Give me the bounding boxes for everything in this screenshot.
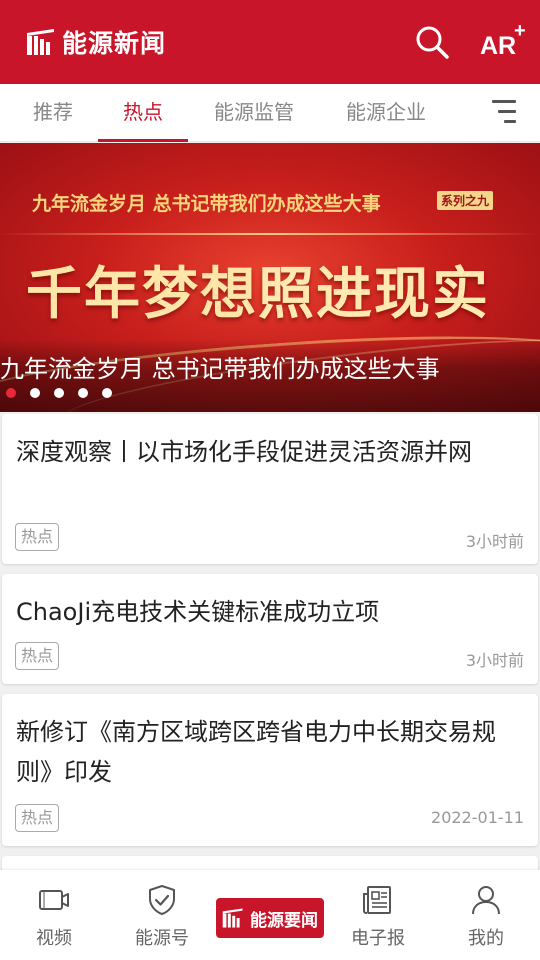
carousel-dot[interactable]	[6, 388, 16, 398]
banner-divider	[0, 233, 540, 235]
nav-e-paper-label: 电子报	[351, 928, 405, 949]
news-tag: 热点	[15, 804, 60, 832]
banner-caption: 九年流金岁月 总书记带我们办成这些大事	[0, 355, 440, 383]
bottom-nav: 视频 能源号 能源要闻 电子报 我的	[0, 870, 540, 960]
news-title: 深度观察丨以市场化手段促进灵活资源并网	[16, 438, 472, 466]
carousel-dot[interactable]	[78, 388, 88, 398]
carousel-dots	[6, 388, 126, 398]
category-tabs: 推荐 热点 能源监管 能源企业	[0, 84, 540, 142]
ar-plus-icon: +	[514, 20, 526, 42]
banner-headline: 千年梦想照进现实	[26, 249, 490, 330]
newspaper-icon	[363, 886, 391, 914]
tab-energy-enterprise[interactable]: 能源企业	[332, 84, 440, 142]
featured-banner[interactable]: 九年流金岁月 总书记带我们办成这些大事 系列之九 千年梦想照进现实 九年流金岁月…	[0, 143, 540, 412]
news-time: 3小时前	[465, 532, 524, 551]
nav-mine-label: 我的	[468, 928, 504, 949]
ar-label: AR	[480, 32, 517, 60]
news-card[interactable]: 深度观察丨以市场化手段促进灵活资源并网 热点 3小时前	[2, 414, 538, 564]
top-header: 能源新闻 AR +	[0, 0, 540, 84]
search-icon[interactable]	[414, 24, 450, 60]
menu-icon[interactable]	[490, 98, 518, 126]
logo-mark-icon	[222, 908, 243, 928]
tab-hot[interactable]: 热点	[98, 84, 188, 142]
nav-energy-news-button[interactable]: 能源要闻	[216, 898, 324, 938]
nav-video[interactable]: 视频	[0, 870, 108, 960]
news-card[interactable]: 新修订《南方区域跨区跨省电力中长期交易规则》印发 热点 2022-01-11	[2, 694, 538, 846]
nav-e-paper[interactable]: 电子报	[324, 870, 432, 960]
nav-video-label: 视频	[36, 928, 72, 949]
news-tag: 热点	[15, 642, 60, 670]
nav-energy-news-label: 能源要闻	[250, 911, 318, 931]
video-icon	[39, 890, 69, 910]
ar-button[interactable]: AR +	[478, 20, 530, 64]
carousel-dot[interactable]	[54, 388, 64, 398]
banner-series-badge: 系列之九	[437, 191, 494, 210]
nav-energy-account-label: 能源号	[135, 928, 189, 949]
news-time: 3小时前	[465, 651, 524, 670]
news-title: ChaoJi充电技术关键标准成功立项	[16, 598, 380, 626]
nav-energy-account[interactable]: 能源号	[108, 870, 216, 960]
news-time: 2022-01-11	[431, 808, 524, 827]
carousel-dot[interactable]	[102, 388, 112, 398]
carousel-dot[interactable]	[30, 388, 40, 398]
news-card[interactable]: ChaoJi充电技术关键标准成功立项 热点 3小时前	[2, 574, 538, 684]
news-title: 新修订《南方区域跨区跨省电力中长期交易规则》印发	[16, 718, 496, 786]
app-screen: 能源新闻 AR + 推荐 热点 能源监管 能源企业 九年流金岁月 总书记带我们办…	[0, 0, 540, 960]
banner-headline-part1: 千年梦想	[26, 261, 258, 327]
news-tag: 热点	[15, 523, 60, 551]
tab-recommended[interactable]: 推荐	[20, 84, 86, 142]
shield-check-icon	[149, 885, 175, 915]
nav-mine[interactable]: 我的	[432, 870, 540, 960]
logo-mark-icon	[27, 29, 54, 55]
user-icon	[472, 886, 500, 915]
tab-energy-regulation[interactable]: 能源监管	[200, 84, 308, 142]
app-title: 能源新闻	[62, 29, 167, 58]
banner-subtitle: 九年流金岁月 总书记带我们办成这些大事	[32, 193, 381, 215]
banner-headline-part2: 照进现实	[258, 261, 490, 327]
app-logo: 能源新闻	[26, 24, 166, 60]
